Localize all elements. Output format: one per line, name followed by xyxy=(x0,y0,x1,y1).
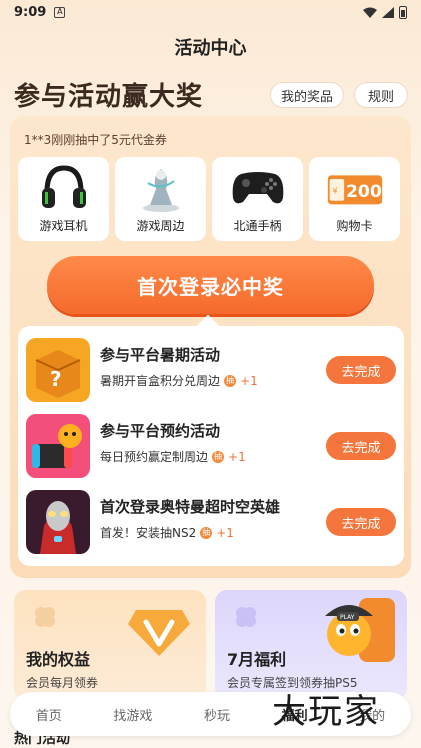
prize-row: 游戏耳机 游戏周边 北通手柄 ¥ 200 购物卡 xyxy=(18,157,404,241)
task-item: ? 参与平台暑期活动 暑期开盲盒积分兑周边 抽 +1 去完成 xyxy=(26,338,396,402)
vip-gem-icon xyxy=(128,610,190,656)
complete-task-button[interactable]: 去完成 xyxy=(326,432,396,460)
watermark-logo: 大玩家 xyxy=(272,692,380,732)
my-benefits-card[interactable]: 我的权益 会员每月领券 xyxy=(14,590,206,700)
task-subtitle: 每日预约赢定制周边 抽 +1 xyxy=(100,448,246,465)
hero-title: 参与活动赢大奖 xyxy=(14,82,204,112)
mascot-icon: PLAY xyxy=(325,598,395,662)
battery-icon xyxy=(399,5,407,19)
prize-headphones[interactable]: 游戏耳机 xyxy=(18,157,109,241)
task-item: 首次登录奥特曼超时空英雄 首发！安装抽NS2 抽 +1 去完成 xyxy=(26,490,396,554)
coin-icon: 抽 xyxy=(212,450,225,463)
status-bar: 9:09 A xyxy=(0,0,421,24)
task-desc: 每日预约赢定制周边 xyxy=(100,450,209,464)
task-panel: ? 参与平台暑期活动 暑期开盲盒积分兑周边 抽 +1 去完成 参与平台预约活动 … xyxy=(18,326,404,566)
prize-gamepad[interactable]: 北通手柄 xyxy=(212,157,303,241)
task-title: 参与平台暑期活动 xyxy=(100,346,221,364)
status-icons xyxy=(363,5,407,19)
wifi-icon xyxy=(363,7,377,18)
gift-card-icon: ¥ 200 xyxy=(326,163,384,213)
prize-label: 购物卡 xyxy=(336,219,373,233)
prize-figurine[interactable]: 游戏周边 xyxy=(115,157,206,241)
task-item: 参与平台预约活动 每日预约赢定制周边 抽 +1 去完成 xyxy=(26,414,396,478)
notification-icon: A xyxy=(54,6,66,18)
task-desc: 首发！安装抽NS2 xyxy=(100,526,197,540)
signal-icon xyxy=(382,6,394,18)
clover-icon xyxy=(236,607,256,627)
task-title: 首次登录奥特曼超时空英雄 xyxy=(100,498,281,516)
svg-text:?: ? xyxy=(50,367,62,391)
task-subtitle: 暑期开盲盒积分兑周边 抽 +1 xyxy=(100,372,258,389)
gift-card-value: 200 xyxy=(345,182,381,202)
task-reward: +1 xyxy=(240,373,258,388)
prize-label: 游戏耳机 xyxy=(39,219,88,233)
status-time: 9:09 xyxy=(14,4,47,20)
my-prizes-button[interactable]: 我的奖品 xyxy=(270,82,344,108)
tab-find-games[interactable]: 找游戏 xyxy=(113,705,152,724)
prize-label: 游戏周边 xyxy=(136,219,185,233)
ultraman-thumbnail xyxy=(26,490,90,554)
headphones-icon xyxy=(35,163,93,213)
benefits-subtitle: 会员每月领券 xyxy=(26,676,99,690)
prize-gift-card[interactable]: ¥ 200 购物卡 xyxy=(309,157,400,241)
blindbox-thumbnail: ? xyxy=(26,338,90,402)
task-desc: 暑期开盲盒积分兑周边 xyxy=(100,374,221,388)
complete-task-button[interactable]: 去完成 xyxy=(326,508,396,536)
complete-task-button[interactable]: 去完成 xyxy=(326,356,396,384)
svg-text:¥: ¥ xyxy=(332,185,337,195)
console-thumbnail xyxy=(26,414,90,478)
benefits-title: 我的权益 xyxy=(26,650,91,669)
first-login-cta-button[interactable]: 首次登录必中奖 xyxy=(47,256,374,314)
task-subtitle: 首发！安装抽NS2 抽 +1 xyxy=(100,524,234,541)
prize-label: 北通手柄 xyxy=(233,219,282,233)
welfare-title: 7月福利 xyxy=(227,650,287,669)
task-reward: +1 xyxy=(228,449,246,464)
svg-text:PLAY: PLAY xyxy=(340,614,355,621)
clover-icon xyxy=(35,607,55,627)
task-reward: +1 xyxy=(216,525,234,540)
coin-icon: 抽 xyxy=(224,374,237,387)
tab-instant-play[interactable]: 秒玩 xyxy=(204,705,230,724)
gamepad-icon xyxy=(229,163,287,213)
winner-ticker: 1**3刚刚抽中了5元代金券 xyxy=(24,133,167,147)
page-title: 活动中心 xyxy=(174,38,247,59)
task-title: 参与平台预约活动 xyxy=(100,422,221,440)
tab-home[interactable]: 首页 xyxy=(36,705,62,724)
rules-button[interactable]: 规则 xyxy=(354,82,408,108)
figurine-icon xyxy=(132,163,190,213)
coin-icon: 抽 xyxy=(200,526,213,539)
